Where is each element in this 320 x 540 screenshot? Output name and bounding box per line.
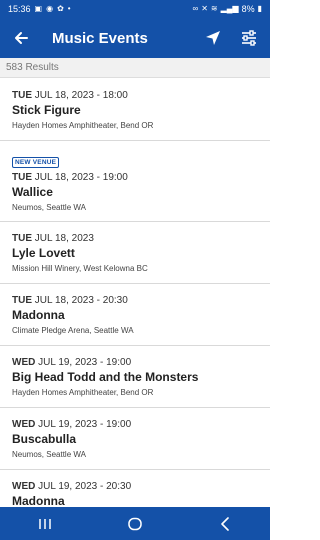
dot-icon: • — [67, 4, 71, 13]
system-nav-bar — [0, 507, 270, 540]
list-item[interactable]: WED JUL 19, 2023 - 20:30 Madonna — [0, 470, 270, 507]
event-name: Stick Figure — [12, 103, 81, 117]
home-icon — [128, 517, 142, 530]
list-item[interactable]: WED JUL 19, 2023 - 19:00 Buscabulla Neum… — [0, 408, 270, 470]
event-name: Lyle Lovett — [12, 246, 75, 260]
list-item[interactable]: TUE JUL 18, 2023 - 18:00 Stick Figure Ha… — [0, 79, 270, 141]
new-venue-badge: NEW VENUE — [12, 157, 60, 168]
list-item[interactable]: TUE JUL 18, 2023 Lyle Lovett Mission Hil… — [0, 222, 270, 284]
signal-icon: ▂▄▆ — [220, 4, 239, 13]
results-count-bar: 583 Results — [0, 58, 270, 78]
event-venue: Mission Hill Winery, West Kelowna BC — [12, 264, 148, 273]
wifi-icon: ≋ — [210, 4, 218, 13]
event-date: WED JUL 19, 2023 - 20:30 — [12, 480, 258, 493]
event-venue: Neumos, Seattle WA — [12, 450, 86, 459]
recents-icon — [39, 518, 51, 529]
event-weekday: WED — [12, 419, 36, 430]
event-weekday: WED — [12, 481, 36, 492]
event-venue: Hayden Homes Amphitheater, Bend OR — [12, 388, 154, 397]
back-button[interactable] — [10, 27, 32, 49]
event-weekday: TUE — [12, 233, 32, 244]
filter-button[interactable] — [238, 27, 260, 49]
event-date: TUE JUL 18, 2023 - 19:00 — [12, 171, 258, 184]
event-datetime: JUL 19, 2023 - 19:00 — [35, 357, 132, 368]
event-date: TUE JUL 18, 2023 - 20:30 — [12, 294, 258, 307]
home-button[interactable] — [120, 512, 150, 536]
location-arrow-icon — [206, 31, 220, 45]
event-name: Wallice — [12, 185, 53, 199]
event-name: Madonna — [12, 308, 65, 322]
event-weekday: TUE — [12, 172, 32, 183]
location-button[interactable] — [202, 27, 224, 49]
event-datetime: JUL 18, 2023 - 19:00 — [32, 172, 128, 183]
battery-icon: ▮ — [257, 4, 262, 13]
event-list[interactable]: TUE JUL 18, 2023 - 18:00 Stick Figure Ha… — [0, 79, 270, 507]
event-weekday: TUE — [12, 295, 32, 306]
status-time: 15:36 — [8, 4, 31, 14]
event-datetime: JUL 19, 2023 - 20:30 — [35, 481, 132, 492]
link-icon: ∞ — [192, 4, 199, 13]
status-bar: 15:36 ▣ ◉ ✿ • ∞ ✕ ≋ ▂▄▆ 8% ▮ — [0, 0, 270, 18]
list-item[interactable]: TUE JUL 18, 2023 - 20:30 Madonna Climate… — [0, 284, 270, 346]
sliders-icon — [242, 30, 256, 46]
notification-icon: ◉ — [46, 4, 54, 13]
event-venue: Climate Pledge Arena, Seattle WA — [12, 326, 134, 335]
list-item[interactable]: WED JUL 19, 2023 - 19:00 Big Head Todd a… — [0, 346, 270, 408]
battery-percent: 8% — [241, 4, 255, 14]
event-venue: Neumos, Seattle WA — [12, 203, 86, 212]
event-datetime: JUL 18, 2023 - 18:00 — [32, 90, 128, 101]
event-date: WED JUL 19, 2023 - 19:00 — [12, 418, 258, 431]
event-datetime: JUL 18, 2023 - 20:30 — [32, 295, 128, 306]
event-datetime: JUL 19, 2023 - 19:00 — [35, 419, 132, 430]
arrow-left-icon — [15, 32, 28, 44]
event-weekday: WED — [12, 357, 36, 368]
nav-back-button[interactable] — [210, 512, 240, 536]
page-title: Music Events — [52, 29, 148, 47]
list-item[interactable]: NEW VENUE TUE JUL 18, 2023 - 19:00 Walli… — [0, 141, 270, 222]
event-datetime: JUL 18, 2023 — [32, 233, 94, 244]
event-name: Madonna — [12, 494, 65, 507]
mute-icon: ✕ — [201, 4, 208, 13]
event-name: Big Head Todd and the Monsters — [12, 370, 199, 384]
nav-back-icon — [221, 516, 229, 531]
event-weekday: TUE — [12, 90, 32, 101]
app-bar: Music Events — [0, 18, 270, 58]
settings-icon: ✿ — [57, 4, 64, 13]
gallery-icon: ▣ — [34, 4, 43, 13]
event-venue: Hayden Homes Amphitheater, Bend OR — [12, 121, 154, 130]
event-date: TUE JUL 18, 2023 - 18:00 — [12, 89, 258, 102]
recents-button[interactable] — [30, 512, 60, 536]
event-date: WED JUL 19, 2023 - 19:00 — [12, 356, 258, 369]
event-date: TUE JUL 18, 2023 — [12, 232, 258, 245]
event-name: Buscabulla — [12, 432, 77, 446]
results-count: 583 Results — [6, 62, 59, 73]
